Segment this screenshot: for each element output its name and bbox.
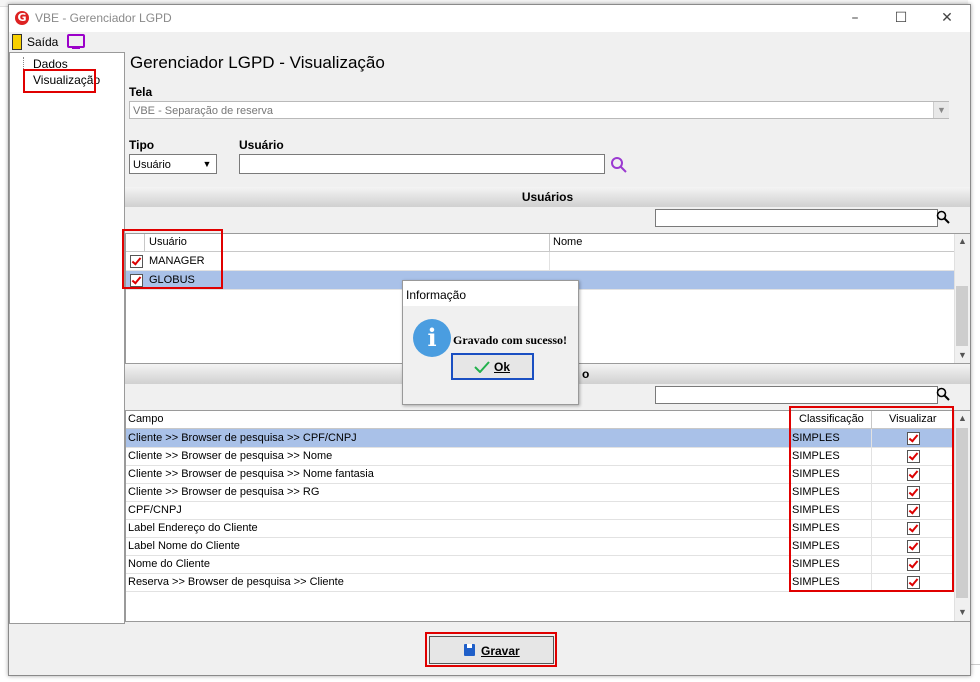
scroll-thumb[interactable]: [956, 428, 968, 598]
maximize-button[interactable]: ☐: [878, 5, 924, 32]
cell-campo: Label Nome do Cliente: [128, 540, 240, 552]
dialog-title: Informação: [406, 288, 467, 302]
users-grid-header: Usuário Nome: [126, 234, 954, 252]
search-icon[interactable]: [936, 210, 950, 224]
search-icon[interactable]: [936, 387, 950, 401]
info-icon: i: [413, 319, 451, 357]
highlight-box-nav: [23, 69, 96, 93]
nav-tree: Dados Visualização: [9, 52, 125, 624]
chevron-up-icon[interactable]: ▲: [958, 413, 967, 423]
tela-select[interactable]: VBE - Separação de reserva: [129, 101, 949, 119]
users-scrollbar[interactable]: ▲ ▼: [954, 234, 970, 363]
highlight-box-fields: [789, 406, 954, 592]
column-divider: [549, 234, 550, 251]
search-icon[interactable]: [610, 156, 628, 174]
column-header-campo[interactable]: Campo: [128, 413, 163, 425]
exit-label: Saída: [27, 35, 59, 49]
fields-section-title: o: [582, 367, 590, 381]
page-title: Gerenciador LGPD - Visualização: [130, 53, 385, 72]
usuario-input[interactable]: [239, 154, 605, 174]
cell-campo: Cliente >> Browser de pesquisa >> Nome f…: [128, 468, 374, 480]
ok-button[interactable]: Ok: [451, 353, 534, 380]
usuario-label: Usuário: [239, 138, 284, 152]
door-exit-icon: [12, 34, 22, 50]
monitor-icon[interactable]: [67, 34, 85, 48]
exit-button[interactable]: Saída: [9, 32, 59, 52]
table-row[interactable]: MANAGER: [126, 252, 954, 271]
chevron-down-icon[interactable]: ▼: [958, 350, 967, 360]
cell-campo: CPF/CNPJ: [128, 504, 182, 516]
chevron-up-icon[interactable]: ▲: [958, 236, 967, 246]
info-dialog: Informação i Gravado com sucesso! Ok: [402, 280, 579, 405]
ok-label: Ok: [494, 360, 511, 374]
column-header-nome[interactable]: Nome: [553, 236, 582, 248]
checkmark-icon: [474, 361, 490, 373]
dialog-title-bar: Informação: [403, 281, 578, 306]
chevron-down-icon[interactable]: ▼: [200, 156, 214, 172]
highlight-box-users: [122, 229, 223, 289]
cell-campo: Cliente >> Browser de pesquisa >> CPF/CN…: [128, 432, 357, 444]
toolbar: Saída: [9, 32, 970, 52]
tela-label: Tela: [129, 85, 153, 99]
cell-campo: Cliente >> Browser de pesquisa >> Nome: [128, 450, 333, 462]
users-search-input[interactable]: [655, 209, 938, 227]
chevron-down-icon[interactable]: ▼: [958, 607, 967, 617]
window-title: VBE - Gerenciador LGPD: [35, 11, 172, 25]
cell-campo: Reserva >> Browser de pesquisa >> Client…: [128, 576, 344, 588]
cell-campo: Nome do Cliente: [128, 558, 210, 570]
scroll-thumb[interactable]: [956, 286, 968, 346]
chevron-down-icon[interactable]: ▼: [933, 102, 949, 118]
cell-campo: Label Endereço do Cliente: [128, 522, 258, 534]
highlight-box-gravar: [425, 632, 557, 667]
close-button[interactable]: ✕: [924, 5, 970, 32]
dialog-message: Gravado com sucesso!: [453, 333, 567, 347]
cell-campo: Cliente >> Browser de pesquisa >> RG: [128, 486, 320, 498]
fields-search-input[interactable]: [655, 386, 938, 404]
column-divider: [549, 252, 550, 270]
minimize-button[interactable]: –: [832, 5, 878, 32]
title-bar: G VBE - Gerenciador LGPD – ☐ ✕: [9, 5, 970, 32]
app-logo: G: [15, 11, 29, 25]
fields-scrollbar[interactable]: ▲ ▼: [954, 411, 970, 621]
main-window: G VBE - Gerenciador LGPD – ☐ ✕ Saída Dad…: [8, 4, 971, 676]
users-section-header: Usuários: [125, 187, 970, 207]
monitor-stand-icon: [72, 47, 80, 49]
tipo-label: Tipo: [129, 138, 155, 152]
